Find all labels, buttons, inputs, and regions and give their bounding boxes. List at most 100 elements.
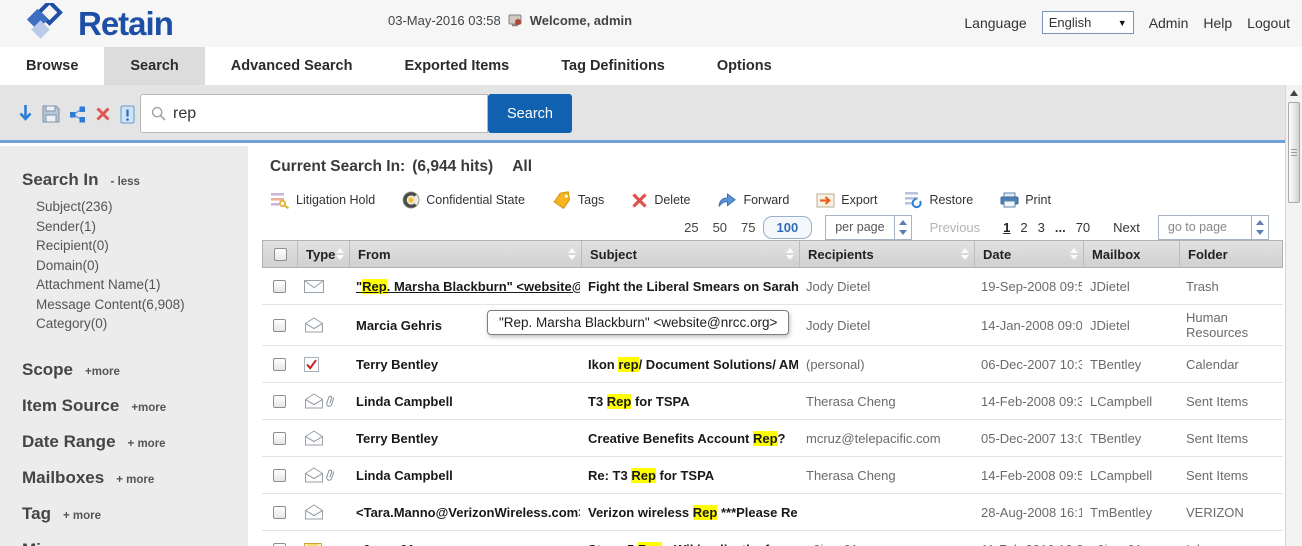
column-header-recipients[interactable]: Recipients: [799, 241, 974, 267]
mailbox-cell: JDietel: [1082, 279, 1178, 294]
subject-cell[interactable]: T3 Rep for TSPA: [580, 394, 798, 409]
confidential-state-button[interactable]: Confidential State: [402, 191, 525, 209]
row-checkbox[interactable]: [273, 432, 286, 445]
item-type-cell: [296, 504, 348, 520]
sort-arrows-icon[interactable]: [336, 248, 344, 260]
next-page-button[interactable]: Next: [1108, 220, 1145, 235]
from-cell[interactable]: Linda Campbell: [348, 394, 580, 409]
help-link[interactable]: Help: [1203, 15, 1232, 31]
language-select[interactable]: English ▼: [1042, 11, 1134, 34]
per-page-spinner[interactable]: per page: [825, 215, 911, 240]
page-size-75[interactable]: 75: [734, 218, 762, 237]
retain-logo-icon: [18, 3, 74, 45]
goto-page-spinner[interactable]: go to page: [1158, 215, 1269, 240]
subject-cell[interactable]: Creative Benefits Account Rep?: [580, 431, 798, 446]
row-select-cell: [262, 506, 296, 519]
page-size-50[interactable]: 50: [706, 218, 734, 237]
tab-browse[interactable]: Browse: [0, 47, 104, 85]
tab-options[interactable]: Options: [691, 47, 798, 85]
page-size-25[interactable]: 25: [677, 218, 705, 237]
tab-advanced-search[interactable]: Advanced Search: [205, 47, 379, 85]
column-label: Folder: [1188, 247, 1228, 262]
sidebar-section-toggle[interactable]: + more: [116, 474, 154, 486]
forward-button[interactable]: Forward: [717, 192, 789, 208]
sidebar-section-toggle[interactable]: +more: [85, 366, 120, 378]
row-checkbox[interactable]: [273, 469, 286, 482]
item-type-cell: [296, 393, 348, 409]
subject-cell[interactable]: Re: T3 Rep for TSPA: [580, 468, 798, 483]
export-button[interactable]: Export: [816, 193, 877, 208]
column-header-date[interactable]: Date: [974, 241, 1083, 267]
spinner-arrows-icon[interactable]: [894, 216, 911, 239]
sidebar-item-recipient[interactable]: Recipient(0): [36, 236, 248, 256]
share-icon[interactable]: [69, 106, 86, 123]
page-number-3[interactable]: 3: [1033, 220, 1050, 235]
page-size-100[interactable]: 100: [763, 216, 813, 239]
select-all-cell: [263, 241, 297, 267]
page-number-1[interactable]: 1: [998, 220, 1015, 235]
row-checkbox[interactable]: [273, 395, 286, 408]
row-checkbox[interactable]: [273, 280, 286, 293]
row-checkbox[interactable]: [273, 506, 286, 519]
sidebar-item-message-content[interactable]: Message Content(6,908): [36, 295, 248, 315]
logout-link[interactable]: Logout: [1247, 15, 1290, 31]
sort-arrows-icon[interactable]: [1070, 248, 1078, 260]
tab-search[interactable]: Search: [104, 47, 204, 85]
subject-cell[interactable]: Stage 5 Rep - Wikipedia, the free encycl: [580, 542, 798, 546]
spinner-arrows-icon[interactable]: [1251, 216, 1268, 239]
search-button[interactable]: Search: [488, 94, 572, 133]
sort-arrows-icon[interactable]: [786, 248, 794, 260]
sidebar-item-subject[interactable]: Subject(236): [36, 197, 248, 217]
recipients-cell: a0izvu01: [798, 542, 973, 546]
admin-link[interactable]: Admin: [1149, 15, 1189, 31]
column-header-from[interactable]: From: [349, 241, 581, 267]
sort-arrows-icon[interactable]: [961, 248, 969, 260]
select-all-checkbox[interactable]: [274, 248, 287, 261]
restore-button[interactable]: Restore: [904, 191, 973, 209]
tab-tag-definitions[interactable]: Tag Definitions: [535, 47, 691, 85]
delete-button[interactable]: Delete: [631, 192, 690, 209]
scrollbar-thumb[interactable]: [1288, 102, 1300, 203]
search-in-toggle[interactable]: - less: [111, 176, 140, 188]
litigation-hold-button[interactable]: Litigation Hold: [270, 192, 375, 209]
sidebar-section-toggle[interactable]: + more: [63, 510, 101, 522]
sidebar-item-domain[interactable]: Domain(0): [36, 256, 248, 276]
tag-icon: [552, 191, 572, 209]
from-cell[interactable]: Terry Bentley: [348, 357, 580, 372]
previous-page-button[interactable]: Previous: [925, 220, 986, 235]
sidebar-item-category[interactable]: Category(0): [36, 314, 248, 334]
subject-cell[interactable]: Verizon wireless Rep ***Please Read***: [580, 505, 798, 520]
sidebar-item-attachment-name[interactable]: Attachment Name(1): [36, 275, 248, 295]
subject-cell[interactable]: Ikon rep/ Document Solutions/ AM Meeting: [580, 357, 798, 372]
tags-button[interactable]: Tags: [552, 191, 604, 209]
page-number-70[interactable]: 70: [1071, 220, 1095, 235]
tab-exported-items[interactable]: Exported Items: [378, 47, 535, 85]
save-icon[interactable]: [42, 105, 60, 123]
row-checkbox[interactable]: [273, 358, 286, 371]
column-header-type[interactable]: Type: [297, 241, 349, 267]
from-cell[interactable]: <Tara.Manno@VerizonWireless.com>: [348, 505, 580, 520]
download-icon[interactable]: [18, 104, 33, 124]
row-select-cell: [262, 280, 296, 293]
page-number-2[interactable]: 2: [1015, 220, 1032, 235]
search-input[interactable]: [173, 105, 477, 123]
results-scope[interactable]: All: [512, 158, 532, 176]
from-cell[interactable]: Linda Campbell: [348, 468, 580, 483]
subject-cell[interactable]: Fight the Liberal Smears on Sarah Palin: [580, 279, 798, 294]
saved-searches-icon[interactable]: [120, 105, 135, 124]
scroll-up-icon[interactable]: [1290, 90, 1298, 96]
appointment-icon: [304, 357, 319, 372]
column-header-subject[interactable]: Subject: [581, 241, 799, 267]
print-button[interactable]: Print: [1000, 192, 1051, 208]
clear-icon[interactable]: [95, 106, 111, 122]
main-scrollbar[interactable]: [1285, 85, 1302, 546]
row-checkbox[interactable]: [273, 319, 286, 332]
from-cell[interactable]: "Rep. Marsha Blackburn" <website@nrcc.or: [348, 279, 580, 294]
row-checkbox[interactable]: [273, 543, 286, 546]
from-cell[interactable]: Terry Bentley: [348, 431, 580, 446]
sidebar-item-sender[interactable]: Sender(1): [36, 217, 248, 237]
sidebar-section-toggle[interactable]: + more: [128, 438, 166, 450]
from-cell[interactable]: c0neve01: [348, 542, 580, 546]
sidebar-section-toggle[interactable]: +more: [131, 402, 166, 414]
sort-arrows-icon[interactable]: [568, 248, 576, 260]
